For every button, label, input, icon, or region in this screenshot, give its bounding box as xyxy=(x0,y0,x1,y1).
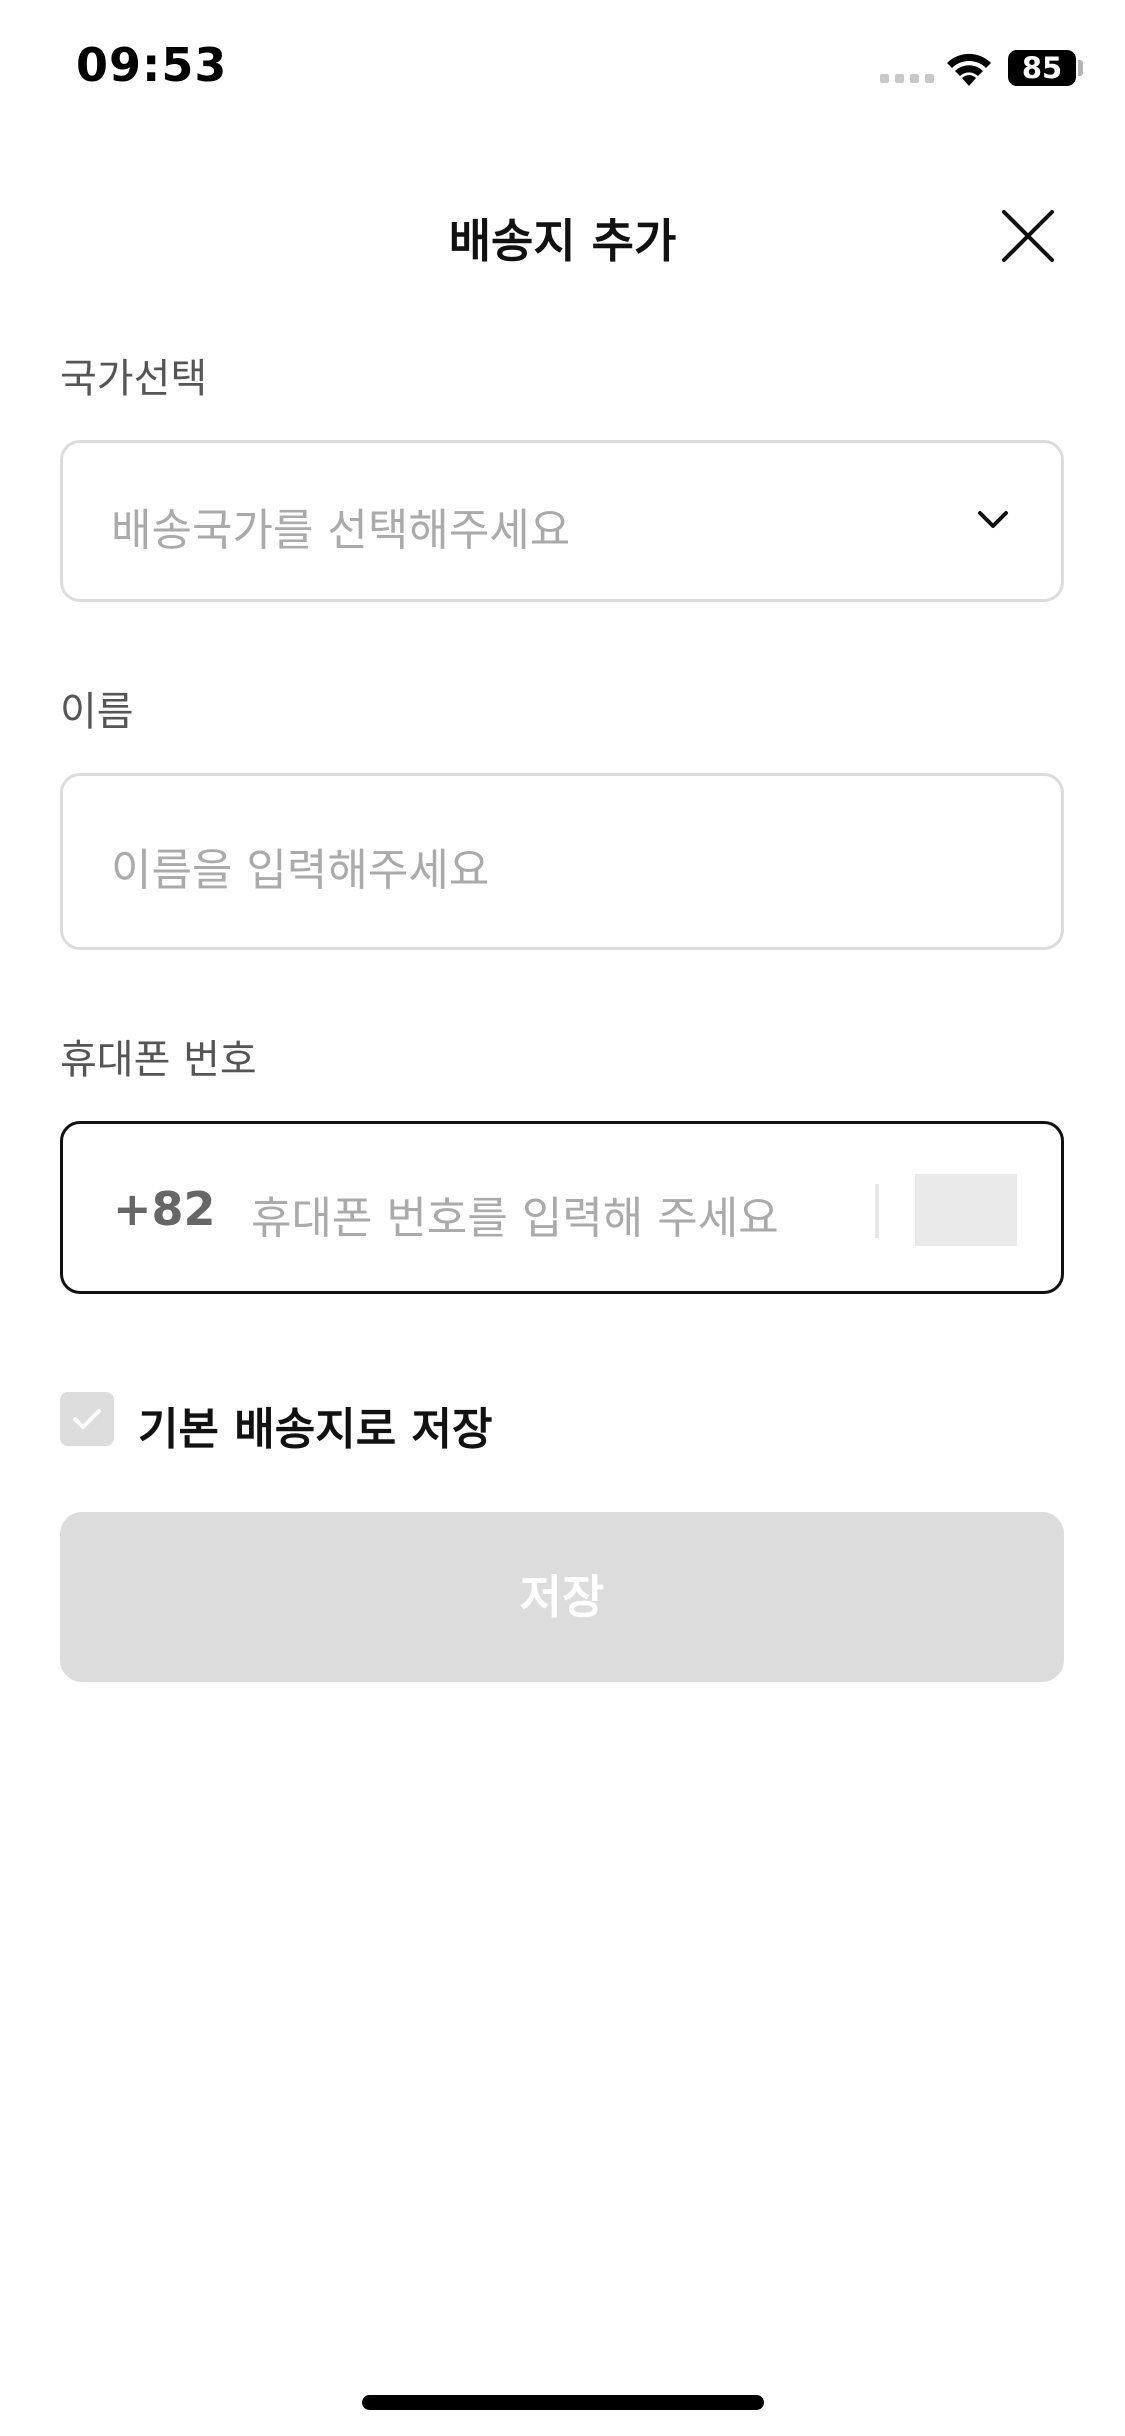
name-input[interactable]: 이름을 입력해주세요 xyxy=(60,773,1064,950)
battery-tip xyxy=(1078,60,1083,76)
check-icon xyxy=(73,1409,101,1429)
save-button[interactable]: 저장 xyxy=(60,1512,1064,1682)
cellular-signal-icon xyxy=(880,74,934,83)
default-address-checkbox[interactable] xyxy=(60,1392,114,1446)
divider xyxy=(875,1184,879,1238)
home-indicator[interactable] xyxy=(362,2395,764,2410)
phone-placeholder: 휴대폰 번호를 입력해 주세요 xyxy=(251,1193,779,1244)
name-label: 이름 xyxy=(60,689,134,735)
phone-side-button[interactable] xyxy=(915,1174,1017,1246)
close-icon[interactable] xyxy=(1000,208,1056,264)
country-select[interactable]: 배송국가를 선택해주세요 xyxy=(60,440,1064,602)
phone-input[interactable]: +82 휴대폰 번호를 입력해 주세요 xyxy=(60,1121,1064,1294)
country-label: 국가선택 xyxy=(60,356,208,402)
page-title: 배송지 추가 xyxy=(448,214,677,268)
chevron-down-icon xyxy=(978,511,1008,528)
wifi-icon xyxy=(947,53,991,86)
phone-label: 휴대폰 번호 xyxy=(60,1037,257,1083)
status-bar: 09:53 85 xyxy=(0,0,1125,140)
battery-icon: 85 xyxy=(1008,50,1076,86)
status-time: 09:53 xyxy=(76,38,228,92)
country-code: +82 xyxy=(113,1182,216,1236)
name-placeholder: 이름을 입력해주세요 xyxy=(111,845,490,896)
country-placeholder: 배송국가를 선택해주세요 xyxy=(111,505,571,556)
default-address-label[interactable]: 기본 배송지로 저장 xyxy=(138,1393,492,1457)
